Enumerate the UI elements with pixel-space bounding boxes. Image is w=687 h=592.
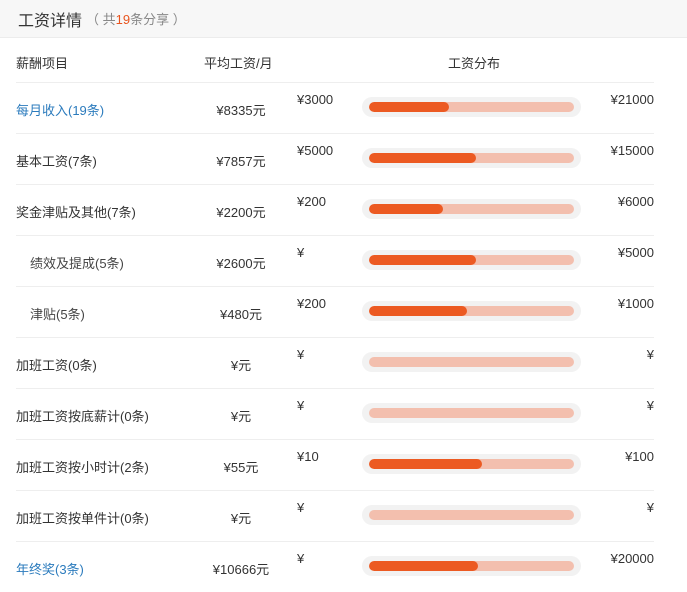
row-max-salary: ¥5000 (617, 245, 654, 260)
row-min-salary: ¥200 (297, 296, 326, 311)
distribution-track (369, 459, 574, 469)
table-row: 每月收入(19条) ¥8335元 ¥3000 ¥21000 (16, 83, 654, 134)
table-row: 绩效及提成(5条) ¥2600元 ¥ ¥5000 (16, 236, 654, 287)
row-min-salary: ¥3000 (297, 92, 334, 107)
row-min-salary: ¥200 (297, 194, 326, 209)
salary-distribution-bar (362, 250, 581, 270)
row-item-name: 奖金津贴及其他(7条) (16, 205, 136, 220)
row-item-name: 津贴(5条) (30, 307, 85, 322)
row-item-name: 基本工资(7条) (16, 154, 97, 169)
distribution-track (369, 357, 574, 367)
row-average-salary: ¥480元 (220, 307, 262, 322)
table-row: 加班工资按单件计(0条) ¥元 ¥ ¥ (16, 491, 654, 542)
distribution-fill (369, 153, 476, 163)
table-row: 基本工资(7条) ¥7857元 ¥5000 ¥15000 (16, 134, 654, 185)
row-max-salary: ¥ (646, 398, 654, 413)
share-count-suffix: 条分享 ） (130, 12, 186, 27)
row-max-salary: ¥ (646, 500, 654, 515)
row-average-salary: ¥2600元 (216, 256, 266, 271)
salary-table: 每月收入(19条) ¥8335元 ¥3000 ¥21000 基本工资(7条) ¥7857元… (0, 83, 687, 592)
row-min-salary: ¥ (297, 245, 305, 260)
row-average-salary: ¥元 (230, 358, 252, 373)
table-row: 加班工资(0条) ¥元 ¥ ¥ (16, 338, 654, 389)
row-min-salary: ¥ (297, 500, 305, 515)
row-item-name: 加班工资按底薪计(0条) (16, 409, 149, 424)
distribution-track (369, 408, 574, 418)
distribution-track (369, 153, 574, 163)
share-count: 19 (115, 12, 131, 27)
salary-distribution-bar (362, 148, 581, 168)
row-item-name[interactable]: 年终奖(3条) (16, 559, 84, 578)
share-count-prefix: （ 共 (86, 12, 116, 27)
row-average-salary: ¥7857元 (216, 154, 266, 169)
row-min-salary: ¥10 (297, 449, 319, 464)
table-row: 加班工资按小时计(2条) ¥55元 ¥10 ¥100 (16, 440, 654, 491)
row-max-salary: ¥1000 (617, 296, 654, 311)
row-item-name: 加班工资按单件计(0条) (16, 511, 149, 526)
distribution-fill (369, 306, 468, 316)
table-row: 加班工资按底薪计(0条) ¥元 ¥ ¥ (16, 389, 654, 440)
salary-distribution-bar (362, 556, 581, 576)
distribution-track (369, 255, 574, 265)
table-row: 津贴(5条) ¥480元 ¥200 ¥1000 (16, 287, 654, 338)
row-max-salary: ¥6000 (617, 194, 654, 209)
column-item: 薪酬项目 (16, 56, 69, 71)
row-average-salary: ¥8335元 (216, 103, 266, 118)
row-min-salary: ¥5000 (297, 143, 334, 158)
row-item-name: 绩效及提成(5条) (30, 256, 124, 271)
salary-detail-header: 工资详情 （ 共19条分享 ） (0, 0, 687, 38)
distribution-fill (369, 102, 449, 112)
salary-distribution-bar (362, 505, 581, 525)
table-row: 年终奖(3条) ¥10666元 ¥ ¥20000 (16, 542, 654, 592)
row-min-salary: ¥ (297, 398, 305, 413)
share-count-note: （ 共19条分享 ） (86, 9, 186, 28)
row-max-salary: ¥21000 (610, 92, 654, 107)
row-item-name: 加班工资(0条) (16, 358, 97, 373)
distribution-track (369, 204, 574, 214)
row-average-salary: ¥2200元 (216, 205, 266, 220)
row-average-salary: ¥55元 (223, 460, 259, 475)
salary-distribution-bar (362, 403, 581, 423)
distribution-fill (369, 204, 443, 214)
row-max-salary: ¥ (646, 347, 654, 362)
distribution-fill (369, 459, 482, 469)
row-max-salary: ¥15000 (610, 143, 654, 158)
column-header: 薪酬项目 平均工资/月 工资分布 (16, 38, 654, 83)
row-max-salary: ¥20000 (610, 551, 654, 566)
salary-distribution-bar (362, 454, 581, 474)
column-dist: 工资分布 (448, 56, 501, 71)
distribution-track (369, 102, 574, 112)
distribution-fill (369, 561, 478, 571)
row-average-salary: ¥元 (230, 409, 252, 424)
section-title: 工资详情 (18, 12, 83, 30)
column-avg: 平均工资/月 (204, 56, 273, 71)
table-row: 奖金津贴及其他(7条) ¥2200元 ¥200 ¥6000 (16, 185, 654, 236)
row-max-salary: ¥100 (625, 449, 654, 464)
salary-distribution-bar (362, 97, 581, 117)
distribution-fill (369, 255, 476, 265)
distribution-track (369, 561, 574, 571)
row-min-salary: ¥ (297, 347, 305, 362)
salary-distribution-bar (362, 301, 581, 321)
row-average-salary: ¥元 (230, 511, 252, 526)
distribution-track (369, 306, 574, 316)
salary-distribution-bar (362, 352, 581, 372)
salary-distribution-bar (362, 199, 581, 219)
row-min-salary: ¥ (297, 551, 305, 566)
row-item-name: 加班工资按小时计(2条) (16, 460, 149, 475)
row-item-name[interactable]: 每月收入(19条) (16, 100, 104, 119)
row-average-salary: ¥10666元 (212, 562, 270, 577)
distribution-track (369, 510, 574, 520)
